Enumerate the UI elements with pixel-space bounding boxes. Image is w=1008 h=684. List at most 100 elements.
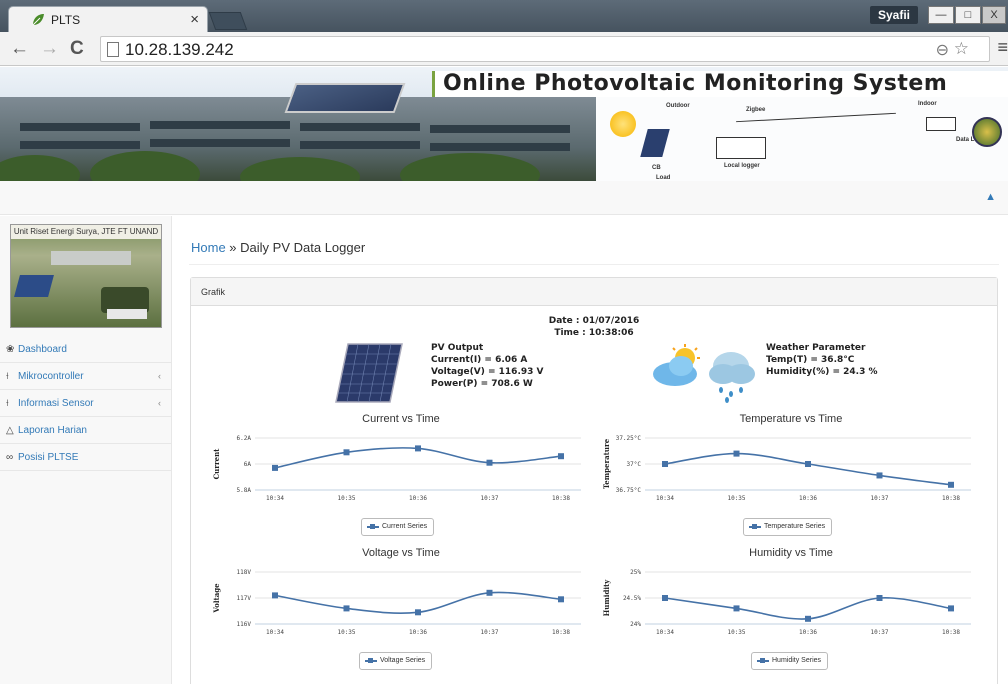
data-point: [343, 605, 350, 612]
data-point: [415, 445, 421, 452]
zoom-icon[interactable]: ⊖: [936, 40, 949, 60]
x-tick-label: 10:38: [942, 495, 960, 502]
grafik-panel: Grafik Date : 01/07/2016 Time : 10:38:06…: [190, 277, 998, 684]
x-tick-label: 10:37: [480, 495, 498, 502]
back-arrow-icon[interactable]: ←: [10, 38, 29, 60]
url-text[interactable]: 10.28.139.242: [125, 40, 234, 60]
browser-tab[interactable]: PLTS ×: [8, 6, 208, 32]
browser-user-badge[interactable]: Syafii: [870, 6, 919, 24]
sidebar-item-posisi-pltse[interactable]: ∞ Posisi PLTSE: [0, 444, 171, 471]
leaf-favicon-icon: [32, 13, 44, 25]
sitemap-icon: △: [6, 424, 14, 436]
new-tab-button[interactable]: [208, 12, 248, 30]
address-bar: ← → C 10.28.139.242 ⊖ ☆ ≡: [0, 32, 1008, 66]
header-banner: Outdoor Indoor Zigbee Local logger CB Lo…: [0, 67, 1008, 181]
legend-voltage-series[interactable]: Voltage Series: [359, 652, 433, 670]
diagram-cb-label: CB: [652, 165, 661, 171]
x-tick-label: 10:34: [266, 629, 284, 636]
data-point: [272, 592, 278, 599]
y-tick-label: 6.2A: [237, 435, 252, 442]
y-tick-label: 6A: [244, 461, 252, 468]
sidebar-item-mikrocontroller[interactable]: ⟊ Mikrocontroller ‹: [0, 363, 171, 390]
x-tick-label: 10:38: [552, 495, 570, 502]
breadcrumb: Home » Daily PV Data Logger: [191, 240, 365, 255]
legend-humidity-series[interactable]: Humidity Series: [751, 652, 829, 670]
x-tick-label: 10:38: [552, 629, 570, 636]
data-point: [415, 609, 421, 616]
close-window-button[interactable]: X: [982, 6, 1006, 24]
data-point: [662, 461, 668, 467]
data-point: [558, 453, 564, 460]
pv-output-title: PV Output: [431, 343, 484, 353]
data-point: [486, 589, 493, 596]
diagram-local-logger-label: Local logger: [724, 163, 760, 169]
x-tick-label: 10:38: [942, 629, 960, 636]
breadcrumb-separator: »: [225, 240, 241, 255]
pv-power-value: Power(P) = 708.6 W: [431, 379, 533, 389]
chevron-left-icon: ‹: [158, 371, 161, 381]
legend-label: Current Series: [382, 523, 428, 530]
data-logger-box: [926, 117, 956, 131]
pv-current-value: Current(I) = 6.06 A: [431, 355, 528, 365]
wrench-icon: ⟊: [6, 370, 9, 382]
sidebar-item-informasi-sensor[interactable]: ⟊ Informasi Sensor ‹: [0, 390, 171, 417]
data-point: [486, 459, 493, 466]
pv-array-icon: [640, 129, 670, 157]
date-label: Date : 01/07/2016: [548, 316, 640, 326]
minimize-button[interactable]: —: [928, 6, 954, 24]
menu-icon[interactable]: ≡: [997, 37, 1008, 58]
forward-arrow-icon[interactable]: →: [40, 38, 59, 60]
tab-close-icon[interactable]: ×: [190, 11, 199, 28]
url-input[interactable]: 10.28.139.242 ⊖ ☆: [100, 36, 990, 62]
user-icon[interactable]: ▲: [985, 191, 996, 203]
diagram-zigbee-label: Zigbee: [746, 107, 766, 113]
x-tick-label: 10:37: [480, 629, 498, 636]
y-axis-label: Humidity: [602, 579, 611, 617]
x-tick-label: 10:34: [656, 495, 674, 502]
sidebar-item-laporan-harian[interactable]: △ Laporan Harian: [0, 417, 171, 444]
y-tick-label: 36.75°C: [616, 487, 642, 494]
x-tick-label: 10:37: [870, 495, 888, 502]
y-tick-label: 24%: [630, 621, 641, 628]
weather-humidity-value: Humidity(%) = 24.3 %: [766, 367, 878, 377]
data-point: [662, 595, 668, 601]
x-tick-label: 10:37: [870, 629, 888, 636]
y-tick-label: 37°C: [627, 461, 642, 468]
y-tick-label: 118V: [237, 569, 252, 576]
sidebar-item-dashboard[interactable]: ❀ Dashboard: [0, 336, 171, 363]
time-label: Time : 10:38:06: [554, 328, 634, 338]
legend-temperature-series[interactable]: Temperature Series: [743, 518, 833, 536]
data-point: [948, 481, 954, 488]
diagram-indoor-label: Indoor: [918, 101, 937, 107]
y-tick-label: 37.25°C: [616, 435, 642, 442]
banner-title: Online Photovoltaic Monitoring System: [432, 71, 1008, 97]
humidity-chart: Humidity vs Time 24% 24.5% 25% Humidity 10:3…: [601, 547, 981, 676]
x-tick-label: 10:35: [337, 495, 355, 502]
breadcrumb-divider: [189, 264, 999, 265]
x-tick-label: 10:35: [727, 629, 745, 636]
diagram-outdoor-label: Outdoor: [666, 103, 690, 109]
breadcrumb-home-link[interactable]: Home: [191, 240, 226, 255]
browser-titlebar: PLTS × Syafii — □ X: [0, 0, 1008, 32]
legend-label: Voltage Series: [380, 657, 426, 664]
university-emblem-icon: [972, 117, 1002, 147]
legend-current-series[interactable]: Current Series: [361, 518, 435, 536]
reload-icon[interactable]: C: [70, 38, 84, 60]
current-chart: Current vs Time 5.8A 6A 6.2A Current 10:34 10…: [211, 413, 591, 542]
data-point: [876, 595, 883, 601]
maximize-button[interactable]: □: [955, 6, 981, 24]
data-point: [558, 596, 564, 603]
y-tick-label: 24.5%: [623, 595, 641, 602]
series-line: [664, 452, 952, 486]
local-logger-box: [716, 137, 766, 159]
data-point: [272, 464, 278, 471]
pv-output-block: PV Output Current(I) = 6.06 A Voltage(V)…: [431, 342, 544, 390]
sidebar-item-label: Mikrocontroller: [18, 370, 84, 382]
wrench-icon: ⟊: [6, 397, 9, 409]
x-tick-label: 10:35: [337, 629, 355, 636]
breadcrumb-current: Daily PV Data Logger: [240, 240, 366, 255]
sidebar-menu: ❀ Dashboard ⟊ Mikrocontroller ‹ ⟊ Inform…: [0, 336, 171, 471]
data-point: [876, 472, 883, 479]
x-tick-label: 10:36: [799, 629, 817, 636]
star-icon[interactable]: ☆: [954, 39, 969, 59]
